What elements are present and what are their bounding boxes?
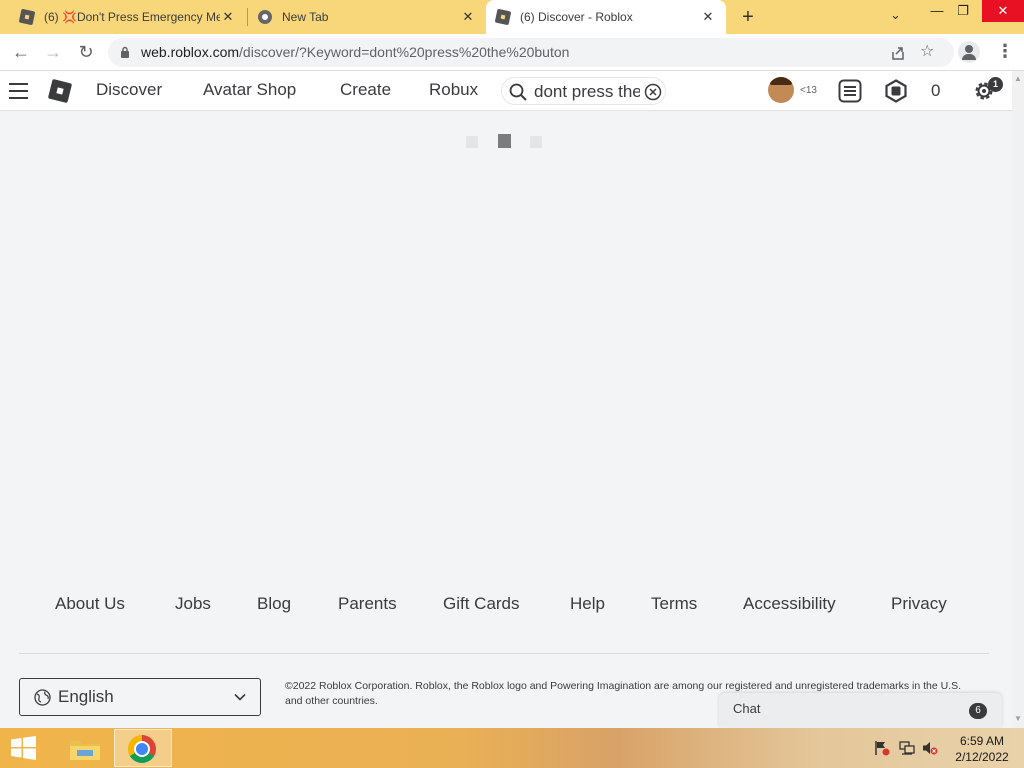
user-avatar[interactable] [768,77,794,103]
loading-dot [466,136,478,148]
browser-tab-strip: (6) 💢Don't Press Emergency Me ✕ New Tab … [0,0,1024,34]
footer-link-parents[interactable]: Parents [338,594,397,614]
chrome-favicon-icon [258,10,272,24]
close-icon[interactable]: ✕ [460,9,476,25]
language-value: English [58,687,114,706]
page-scrollbar[interactable]: ▲ ▼ [1012,71,1024,728]
loading-dot [530,136,542,148]
lock-icon [121,46,129,58]
language-select[interactable]: English [19,678,261,716]
taskbar-clock[interactable]: 6:59 AM 2/12/2022 [950,733,1014,765]
footer-divider [19,653,989,654]
clock-date: 2/12/2022 [955,750,1009,764]
scroll-down-icon[interactable]: ▼ [1014,714,1022,723]
browser-tab-emergency-meeting[interactable]: (6) 💢Don't Press Emergency Me ✕ [0,0,246,34]
close-icon[interactable]: ✕ [220,9,236,25]
network-icon[interactable] [899,740,915,756]
search-input[interactable] [534,81,640,103]
roblox-favicon-icon [18,8,36,26]
notification-badge: 1 [988,77,1003,92]
footer-link-jobs[interactable]: Jobs [175,594,211,614]
footer-link-gift-cards[interactable]: Gift Cards [443,594,520,614]
nav-robux[interactable]: Robux [429,80,478,100]
chrome-icon [128,735,156,763]
close-icon[interactable]: ✕ [700,9,716,25]
scroll-up-icon[interactable]: ▲ [1014,74,1022,83]
taskbar-file-explorer[interactable] [54,729,108,767]
chat-widget[interactable]: Chat 6 [719,693,1002,727]
footer-link-about-us[interactable]: About Us [55,594,125,614]
tab-title: New Tab [282,10,329,24]
nav-discover[interactable]: Discover [96,80,162,100]
roblox-logo-icon[interactable] [47,78,73,104]
url-text: web.roblox.com/discover/?Keyword=dont%20… [141,44,569,60]
restore-icon[interactable]: ❐ [948,3,978,25]
url-host: web.roblox.com [141,44,240,60]
search-icon[interactable] [509,83,527,101]
clock-time: 6:59 AM [959,734,1005,748]
window-close-icon[interactable]: ✕ [982,0,1024,22]
robux-balance[interactable]: 0 [931,81,940,101]
roblox-header: Discover Avatar Shop Create Robux <13 0 … [0,71,1012,111]
nav-create[interactable]: Create [340,80,391,100]
loading-dot-active [498,134,511,148]
footer-link-blog[interactable]: Blog [257,594,291,614]
search-box [501,77,666,105]
tab-search-chevron-icon[interactable]: ⌄ [890,7,901,23]
chevron-down-icon [234,693,246,701]
nav-avatar-shop[interactable]: Avatar Shop [203,80,296,100]
chat-label: Chat [733,701,761,716]
chat-unread-badge: 6 [969,703,987,719]
footer-link-help[interactable]: Help [570,594,605,614]
hamburger-menu-icon[interactable] [9,83,28,99]
taskbar-chrome[interactable] [114,729,172,767]
back-arrow-icon[interactable]: ← [9,40,33,64]
footer-link-terms[interactable]: Terms [651,594,697,614]
address-bar[interactable]: web.roblox.com/discover/?Keyword=dont%20… [108,38,954,67]
footer-link-accessibility[interactable]: Accessibility [743,594,836,614]
tab-title: (6) 💢Don't Press Emergency Me [44,10,220,24]
clear-search-icon[interactable] [644,83,662,101]
roblox-favicon-icon [494,8,512,26]
browser-tab-new-tab[interactable]: New Tab ✕ [248,0,486,34]
volume-muted-icon[interactable] [922,740,938,756]
browser-menu-icon[interactable]: ⋮ [996,41,1014,63]
windows-taskbar: 6:59 AM 2/12/2022 [0,728,1024,768]
footer-link-privacy[interactable]: Privacy [891,594,947,614]
forward-arrow-icon[interactable]: → [41,40,65,64]
windows-start-icon[interactable] [10,736,37,760]
globe-icon [34,689,51,706]
action-center-flag-icon[interactable] [874,740,890,756]
browser-tab-discover[interactable]: (6) Discover - Roblox ✕ [486,0,726,34]
bookmark-star-icon[interactable]: ☆ [920,41,934,61]
reload-icon[interactable]: ↻ [74,40,98,64]
file-explorer-icon [70,741,100,760]
tab-title: (6) Discover - Roblox [520,10,633,24]
profile-avatar-icon[interactable] [958,41,980,63]
robux-icon[interactable] [884,79,908,103]
url-path: /discover/?Keyword=dont%20press%20the%20… [239,44,570,60]
browser-toolbar: ← → ↻ web.roblox.com/discover/?Keyword=d… [0,34,1024,71]
chat-list-icon[interactable] [838,79,862,103]
share-icon[interactable] [890,45,906,61]
new-tab-button[interactable]: + [737,6,759,28]
age-bracket-label: <13 [800,85,817,96]
